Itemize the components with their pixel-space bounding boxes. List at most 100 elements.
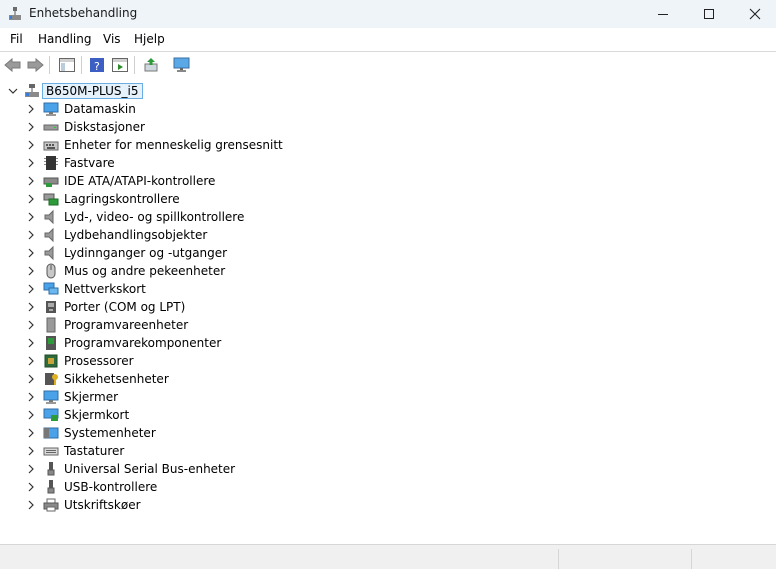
scan-hardware-icon (173, 57, 190, 72)
menu-view[interactable]: Vis (103, 32, 121, 46)
chevron-right-icon[interactable] (26, 464, 36, 474)
forward-button[interactable] (26, 56, 44, 74)
chevron-right-icon[interactable] (26, 284, 36, 294)
chevron-right-icon[interactable] (26, 500, 36, 510)
minimize-button[interactable] (640, 0, 686, 28)
chevron-right-icon[interactable] (26, 446, 36, 456)
tree-category-item[interactable]: Porter (COM og LPT) (0, 298, 776, 316)
hid-icon (43, 141, 59, 151)
tree-category-label: Nettverkskort (64, 282, 146, 296)
chevron-right-icon[interactable] (26, 482, 36, 492)
tree-category-item[interactable]: Skjermer (0, 388, 776, 406)
properties-icon (112, 58, 128, 72)
tree-category-item[interactable]: Nettverkskort (0, 280, 776, 298)
tree-category-label: Universal Serial Bus-enheter (64, 462, 236, 476)
close-button[interactable] (732, 0, 776, 28)
chevron-right-icon[interactable] (26, 428, 36, 438)
tree-category-label: Mus og andre pekeenheter (64, 264, 226, 278)
tree-category-label: Utskriftskøer (64, 498, 141, 512)
firmware-icon (44, 156, 58, 170)
toolbar-separator (134, 56, 135, 74)
tree-category-item[interactable]: Enheter for menneskelig grensesnitt (0, 136, 776, 154)
device-tree: B650M-PLUS_i5 Datamaskin Diskstasjoner Enh… (0, 78, 776, 544)
chevron-right-icon[interactable] (26, 410, 36, 420)
chevron-right-icon[interactable] (26, 248, 36, 258)
monitor-icon (43, 390, 59, 404)
tree-category-label: Sikkehetsenheter (64, 372, 169, 386)
chevron-right-icon[interactable] (26, 158, 36, 168)
chevron-right-icon[interactable] (26, 212, 36, 222)
tree-category-item[interactable]: Diskstasjoner (0, 118, 776, 136)
tree-category-label: Lydbehandlingsobjekter (64, 228, 208, 242)
speaker-icon (44, 245, 54, 261)
chevron-right-icon[interactable] (26, 302, 36, 312)
close-icon (749, 8, 761, 20)
tree-category-item[interactable]: Mus og andre pekeenheter (0, 262, 776, 280)
tree-category-item[interactable]: IDE ATA/ATAPI-kontrollere (0, 172, 776, 190)
minimize-icon (658, 14, 668, 15)
properties-button[interactable] (111, 56, 129, 74)
security-device-icon (45, 373, 58, 385)
tree-category-label: Tastaturer (64, 444, 125, 458)
chevron-right-icon[interactable] (26, 230, 36, 240)
tree-category-label: Skjermkort (64, 408, 130, 422)
maximize-button[interactable] (686, 0, 732, 28)
chevron-right-icon[interactable] (26, 140, 36, 150)
toolbar-separator (81, 56, 82, 74)
chevron-right-icon[interactable] (26, 122, 36, 132)
tree-category-item[interactable]: Programvareenheter (0, 316, 776, 334)
menu-action[interactable]: Handling (38, 32, 92, 46)
chevron-right-icon[interactable] (26, 194, 36, 204)
status-divider (558, 549, 559, 569)
tree-category-label: Lydinnganger og -utganger (64, 246, 228, 260)
tree-category-item[interactable]: Datamaskin (0, 100, 776, 118)
tree-category-label: Enheter for menneskelig grensesnitt (64, 138, 283, 152)
tree-category-item[interactable]: Tastaturer (0, 442, 776, 460)
root-node-label[interactable]: B650M-PLUS_i5 (42, 83, 143, 99)
menu-bar: Fil Handling Vis Hjelp (0, 28, 776, 50)
tree-category-item[interactable]: USB-kontrollere (0, 478, 776, 496)
tree-category-item[interactable]: Prosessorer (0, 352, 776, 370)
tree-category-item[interactable]: Sikkehetsenheter (0, 370, 776, 388)
maximize-icon (704, 9, 714, 19)
software-device-icon (46, 317, 56, 333)
tree-category-label: Programvarekomponenter (64, 336, 222, 350)
chevron-down-icon[interactable] (8, 86, 18, 96)
tree-category-item[interactable]: Lyd-, video- og spillkontrollere (0, 208, 776, 226)
tree-category-item[interactable]: Systemenheter (0, 424, 776, 442)
chevron-right-icon[interactable] (26, 338, 36, 348)
display-adapter-icon (43, 408, 59, 421)
tree-category-label: Skjermer (64, 390, 119, 404)
back-arrow-icon (4, 57, 21, 73)
tree-category-item[interactable]: Programvarekomponenter (0, 334, 776, 352)
chevron-right-icon[interactable] (26, 266, 36, 276)
mouse-icon (46, 263, 56, 279)
show-hide-console-tree-button[interactable] (58, 56, 76, 74)
menu-help[interactable]: Hjelp (134, 32, 165, 46)
chevron-right-icon[interactable] (26, 374, 36, 384)
update-driver-button[interactable] (142, 56, 160, 74)
tree-category-item[interactable]: Fastvare (0, 154, 776, 172)
back-button[interactable] (4, 56, 22, 74)
tree-category-item[interactable]: Utskriftskøer (0, 496, 776, 514)
ide-controller-icon (43, 177, 59, 187)
device-manager-app-icon (7, 6, 23, 22)
chevron-right-icon[interactable] (26, 320, 36, 330)
menu-file[interactable]: Fil (10, 32, 23, 46)
tree-category-item[interactable]: Universal Serial Bus-enheter (0, 460, 776, 478)
monitor-icon (43, 102, 59, 116)
chevron-right-icon[interactable] (26, 356, 36, 366)
tree-category-item[interactable]: Lagringskontrollere (0, 190, 776, 208)
help-button[interactable]: ? (88, 56, 106, 74)
scan-hardware-button[interactable] (173, 56, 191, 74)
tree-category-label: Diskstasjoner (64, 120, 145, 134)
title-bar: Enhetsbehandling (0, 0, 776, 28)
chevron-right-icon[interactable] (26, 104, 36, 114)
tree-category-item[interactable]: Skjermkort (0, 406, 776, 424)
chevron-right-icon[interactable] (26, 176, 36, 186)
chevron-right-icon[interactable] (26, 392, 36, 402)
disk-drive-icon (43, 124, 59, 131)
tree-category-item[interactable]: Lydinnganger og -utganger (0, 244, 776, 262)
tree-category-item[interactable]: Lydbehandlingsobjekter (0, 226, 776, 244)
toolbar-separator (49, 56, 50, 74)
